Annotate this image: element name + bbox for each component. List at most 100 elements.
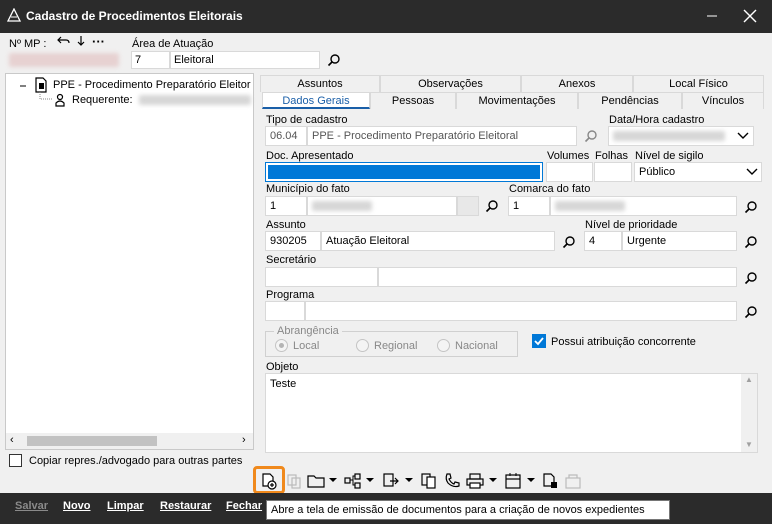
document-lock-icon[interactable] <box>541 472 559 490</box>
prioridade-name-input[interactable]: Urgente <box>622 231 737 251</box>
folder-caret-icon[interactable] <box>329 478 337 482</box>
assunto-code-input[interactable]: 930205 <box>265 231 321 251</box>
check-icon <box>534 337 544 346</box>
assunto-label: Assunto <box>266 219 306 231</box>
data-hora-label: Data/Hora cadastro <box>609 114 705 126</box>
area-code-input[interactable]: 7 <box>131 51 170 69</box>
collapse-icon[interactable] <box>18 81 28 91</box>
comarca-name-input[interactable] <box>550 196 737 216</box>
documents-icon[interactable] <box>420 472 438 490</box>
concorrente-label: Possui atribuição concorrente <box>551 336 696 348</box>
assunto-name-input[interactable]: Atuação Eleitoral <box>321 231 555 251</box>
comarca-code-input[interactable]: 1 <box>508 196 550 216</box>
transfer-caret-icon[interactable] <box>405 478 413 482</box>
secretario-code-input[interactable] <box>265 267 378 287</box>
folder-icon[interactable] <box>307 472 325 490</box>
concorrente-checkbox[interactable] <box>532 334 546 348</box>
tipo-search-icon[interactable] <box>584 129 598 143</box>
procedure-tree[interactable]: PPE - Procedimento Preparatório Eleitor … <box>5 73 254 450</box>
objeto-value: Teste <box>270 378 297 390</box>
emit-document-icon[interactable] <box>260 472 278 490</box>
programa-code-input[interactable] <box>265 301 305 321</box>
folhas-input[interactable] <box>594 162 632 182</box>
scroll-up-icon[interactable]: ▲ <box>745 375 753 384</box>
programa-name-input[interactable] <box>305 301 737 321</box>
tab-dados-gerais[interactable]: Dados Gerais <box>262 92 370 109</box>
minimize-button[interactable] <box>702 6 722 26</box>
copy-repres-checkbox[interactable] <box>9 454 22 467</box>
prioridade-search-icon[interactable] <box>744 235 758 249</box>
secretario-label: Secretário <box>266 254 317 266</box>
municipio-code-input[interactable]: 1 <box>265 196 307 216</box>
calendar-caret-icon[interactable] <box>527 478 535 482</box>
programa-search-icon[interactable] <box>744 305 758 319</box>
objeto-textarea[interactable]: Teste ▲ ▼ <box>265 373 758 453</box>
comarca-search-icon[interactable] <box>744 200 758 214</box>
volumes-input[interactable] <box>546 162 593 182</box>
radio-nacional-label: Nacional <box>455 340 498 352</box>
tab-vinculos[interactable]: Vínculos <box>682 92 764 109</box>
tree-root-label[interactable]: PPE - Procedimento Preparatório Eleitor <box>53 79 250 91</box>
scroll-left-icon[interactable]: ‹ <box>10 434 14 446</box>
more-icon[interactable]: ··· <box>92 34 105 49</box>
area-label: Área de Atuação <box>132 38 214 50</box>
copy-repres-label: Copiar repres./advogado para outras part… <box>29 455 243 467</box>
radio-local-label: Local <box>293 340 320 352</box>
tab-local-fisico[interactable]: Local Físico <box>633 75 764 92</box>
sigilo-label: Nível de sigilo <box>635 150 704 162</box>
assunto-search-icon[interactable] <box>562 235 576 249</box>
area-name-input[interactable]: Eleitoral <box>170 51 320 69</box>
tipo-name-input[interactable]: PPE - Procedimento Preparatório Eleitora… <box>307 126 577 146</box>
chevron-down-icon <box>746 168 758 175</box>
tooltip: Abre a tela de emissão de documentos par… <box>266 500 670 520</box>
tipo-code-input[interactable]: 06.04 <box>265 126 307 146</box>
radio-nacional[interactable] <box>437 339 450 352</box>
tab-pendencias[interactable]: Pendências <box>578 92 682 109</box>
municipio-name-input[interactable] <box>307 196 457 216</box>
novo-button[interactable]: Novo <box>63 500 91 512</box>
limpar-button[interactable]: Limpar <box>107 500 144 512</box>
data-hora-redacted <box>613 131 725 141</box>
arrow-down-icon[interactable] <box>76 35 86 47</box>
doc-input[interactable] <box>265 162 543 182</box>
document-icon <box>35 77 47 93</box>
transfer-document-icon[interactable] <box>382 472 400 490</box>
sigilo-select[interactable]: Público <box>634 162 762 182</box>
radio-regional[interactable] <box>356 339 369 352</box>
doc-label: Doc. Apresentado <box>266 150 354 162</box>
secretario-name-input[interactable] <box>378 267 737 287</box>
scroll-down-icon[interactable]: ▼ <box>745 440 753 449</box>
tab-anexos[interactable]: Anexos <box>521 75 633 92</box>
secretario-search-icon[interactable] <box>744 271 758 285</box>
data-hora-select[interactable] <box>608 126 754 146</box>
tree-scrollbar[interactable]: ‹ › <box>6 433 253 449</box>
tab-movimentacoes[interactable]: Movimentações <box>456 92 578 109</box>
salvar-button[interactable]: Salvar <box>15 500 48 512</box>
municipio-redacted <box>312 201 372 211</box>
fechar-button[interactable]: Fechar <box>226 500 262 512</box>
print-caret-icon[interactable] <box>489 478 497 482</box>
tab-observacoes[interactable]: Observações <box>380 75 521 92</box>
tab-pessoas[interactable]: Pessoas <box>370 92 456 109</box>
search-icon[interactable] <box>327 53 341 67</box>
hierarchy-icon[interactable] <box>344 472 362 490</box>
prioridade-code-input[interactable]: 4 <box>584 231 622 251</box>
print-icon[interactable] <box>466 472 484 490</box>
municipio-uf-input[interactable] <box>457 196 479 216</box>
tab-assuntos[interactable]: Assuntos <box>260 75 380 92</box>
radio-regional-label: Regional <box>374 340 418 352</box>
scroll-right-icon[interactable]: › <box>242 434 246 446</box>
scroll-thumb[interactable] <box>27 436 157 446</box>
tree-child-label[interactable]: Requerente: <box>72 94 133 106</box>
programa-label: Programa <box>266 289 315 301</box>
restaurar-button[interactable]: Restaurar <box>160 500 211 512</box>
objeto-scrollbar[interactable]: ▲ ▼ <box>741 374 757 452</box>
calendar-icon[interactable] <box>504 472 522 490</box>
close-button[interactable] <box>740 6 760 26</box>
municipio-search-icon[interactable] <box>485 199 499 213</box>
document-cart-icon <box>565 474 581 489</box>
radio-local[interactable] <box>275 339 288 352</box>
undo-icon[interactable] <box>57 35 71 47</box>
phone-icon[interactable] <box>443 472 461 490</box>
hierarchy-caret-icon[interactable] <box>366 478 374 482</box>
